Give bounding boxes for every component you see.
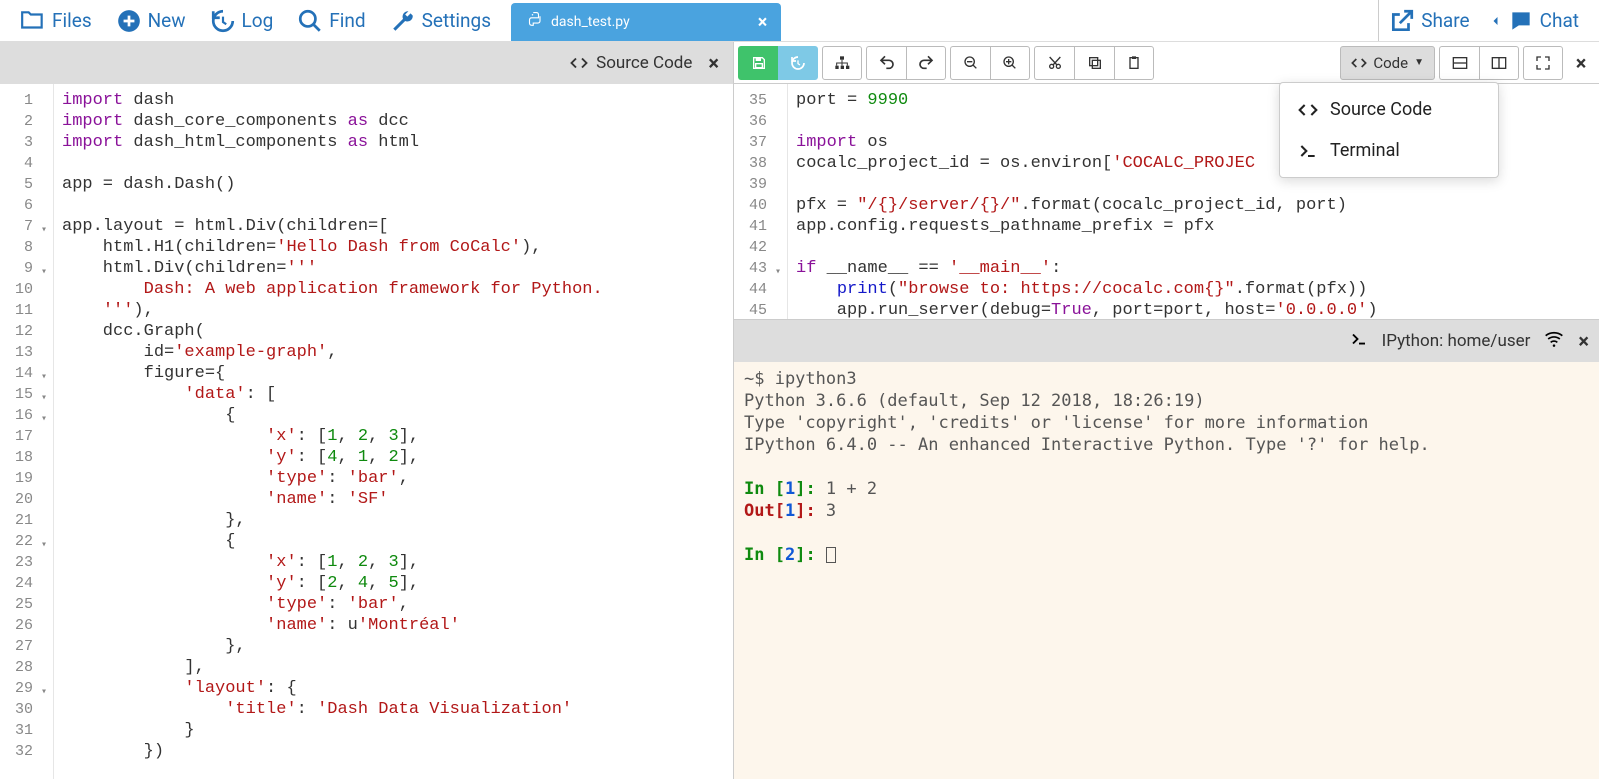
python-icon xyxy=(525,11,543,33)
code-dropdown-menu: Source Code Terminal xyxy=(1279,82,1499,178)
left-pane-title: Source Code xyxy=(570,53,692,73)
terminal[interactable]: ~$ ipython3 Python 3.6.6 (default, Sep 1… xyxy=(734,362,1599,779)
log-button[interactable]: Log xyxy=(198,2,286,40)
terminal-line: Python 3.6.6 (default, Sep 12 2018, 18:2… xyxy=(744,390,1589,412)
terminal-line: ~$ ipython3 xyxy=(744,368,1589,390)
new-button[interactable]: New xyxy=(104,2,198,40)
settings-button[interactable]: Settings xyxy=(378,2,503,40)
left-code[interactable]: import dashimport dash_core_components a… xyxy=(54,84,733,779)
chat-button[interactable]: Chat xyxy=(1480,2,1589,40)
cut-button[interactable] xyxy=(1034,46,1074,80)
save-button[interactable] xyxy=(738,46,778,80)
sitemap-button[interactable] xyxy=(822,46,862,80)
dropdown-item-source-code[interactable]: Source Code xyxy=(1280,89,1498,130)
left-editor[interactable]: 1234567891011121314151617181920212223242… xyxy=(0,84,733,779)
undo-button[interactable] xyxy=(866,46,906,80)
split-vertical-button[interactable] xyxy=(1479,46,1519,80)
right-gutter: 3536373839404142434445 xyxy=(734,84,788,319)
close-pane-button[interactable]: × xyxy=(1567,46,1595,80)
main-split: Source Code × 12345678910111213141516171… xyxy=(0,42,1599,779)
zoom-in-button[interactable] xyxy=(990,46,1030,80)
find-button[interactable]: Find xyxy=(285,2,377,40)
left-pane-header: Source Code × xyxy=(0,42,733,84)
paste-button[interactable] xyxy=(1114,46,1154,80)
copy-button[interactable] xyxy=(1074,46,1114,80)
terminal-line: Out[1]: 3 xyxy=(744,500,1589,522)
left-pane-close-button[interactable]: × xyxy=(704,51,723,75)
terminal-line: Type 'copyright', 'credits' or 'license'… xyxy=(744,412,1589,434)
action-bar: Code ▼ × Source Code Terminal xyxy=(734,42,1599,84)
file-tab[interactable]: dash_test.py × xyxy=(511,3,781,41)
terminal-close-button[interactable]: × xyxy=(1578,329,1589,353)
files-button[interactable]: Files xyxy=(8,2,104,40)
terminal-icon xyxy=(1350,330,1368,352)
top-toolbar: Files New Log Find Settings dash_test.py… xyxy=(0,0,1599,42)
caret-down-icon: ▼ xyxy=(1414,57,1424,68)
left-pane: Source Code × 12345678910111213141516171… xyxy=(0,42,734,779)
terminal-header: IPython: home/user × xyxy=(734,320,1599,362)
cursor xyxy=(826,547,836,563)
terminal-line: In [1]: 1 + 2 xyxy=(744,478,1589,500)
share-button[interactable]: Share xyxy=(1379,2,1479,40)
tab-close-button[interactable]: × xyxy=(758,12,768,33)
zoom-out-button[interactable] xyxy=(950,46,990,80)
tab-bar: dash_test.py × xyxy=(511,0,781,41)
terminal-line: IPython 6.4.0 -- An enhanced Interactive… xyxy=(744,434,1589,456)
left-gutter: 1234567891011121314151617181920212223242… xyxy=(0,84,54,779)
code-dropdown-button[interactable]: Code ▼ xyxy=(1340,46,1435,80)
split-horizontal-button[interactable] xyxy=(1439,46,1479,80)
terminal-line: In [2]: xyxy=(744,544,1589,566)
history-button[interactable] xyxy=(778,46,818,80)
file-tab-label: dash_test.py xyxy=(551,14,630,30)
wifi-icon xyxy=(1544,329,1564,353)
dropdown-item-terminal[interactable]: Terminal xyxy=(1280,130,1498,171)
redo-button[interactable] xyxy=(906,46,946,80)
terminal-title: IPython: home/user xyxy=(1382,331,1531,351)
expand-button[interactable] xyxy=(1523,46,1563,80)
right-pane: Code ▼ × Source Code Terminal xyxy=(734,42,1599,779)
